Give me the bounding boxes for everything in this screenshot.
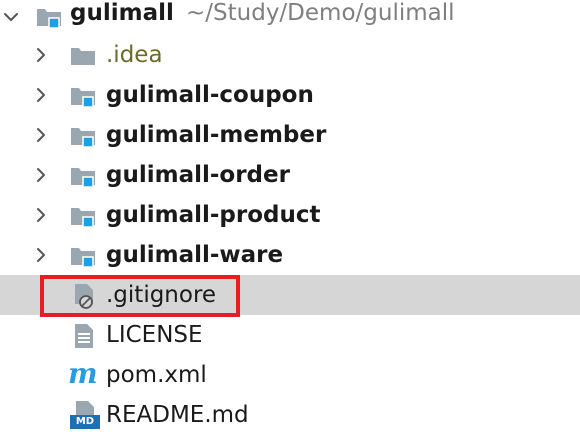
tree-row-order[interactable]: gulimall-order [0, 155, 580, 195]
tree-row-coupon[interactable]: gulimall-coupon [0, 75, 580, 115]
item-label: pom.xml [106, 362, 207, 388]
tree-row-pom[interactable]: m pom.xml [0, 355, 580, 395]
chevron-right-icon[interactable] [30, 164, 52, 186]
ignored-file-icon [72, 283, 98, 309]
text-file-icon [72, 323, 98, 349]
project-name: gulimall [70, 0, 174, 26]
chevron-right-icon[interactable] [30, 244, 52, 266]
item-label: gulimall-ware [106, 242, 284, 268]
chevron-right-icon[interactable] [30, 84, 52, 106]
project-path: ~/Study/Demo/gulimall [186, 0, 455, 26]
item-label: README.md [106, 402, 249, 428]
project-tree: gulimall ~/Study/Demo/gulimall .idea gul… [0, 0, 580, 436]
maven-icon: m [68, 357, 98, 390]
chevron-right-icon[interactable] [30, 124, 52, 146]
tree-row-product[interactable]: gulimall-product [0, 195, 580, 235]
md-badge: MD [70, 415, 100, 429]
item-label: gulimall-product [106, 202, 321, 228]
item-label: gulimall-member [106, 122, 327, 148]
tree-row-gitignore[interactable]: .gitignore [0, 275, 580, 315]
module-folder-icon [36, 4, 62, 30]
chevron-right-icon[interactable] [30, 44, 52, 66]
item-label: LICENSE [106, 322, 203, 348]
module-folder-icon [70, 123, 96, 149]
item-label: gulimall-coupon [106, 82, 314, 108]
tree-row-member[interactable]: gulimall-member [0, 115, 580, 155]
chevron-down-icon[interactable] [0, 6, 22, 28]
folder-icon [70, 43, 96, 69]
item-label: gulimall-order [106, 162, 290, 188]
tree-row-idea[interactable]: .idea [0, 35, 580, 75]
tree-row-readme[interactable]: MD README.md [0, 395, 580, 435]
module-folder-icon [70, 203, 96, 229]
tree-row-ware[interactable]: gulimall-ware [0, 235, 580, 275]
tree-row-root[interactable]: gulimall ~/Study/Demo/gulimall [0, 0, 580, 36]
module-folder-icon [70, 83, 96, 109]
module-folder-icon [70, 163, 96, 189]
chevron-right-icon[interactable] [30, 204, 52, 226]
markdown-file-icon: MD [70, 401, 100, 431]
tree-row-license[interactable]: LICENSE [0, 315, 580, 355]
module-folder-icon [70, 243, 96, 269]
item-label: .gitignore [106, 282, 217, 308]
item-label: .idea [106, 42, 163, 68]
